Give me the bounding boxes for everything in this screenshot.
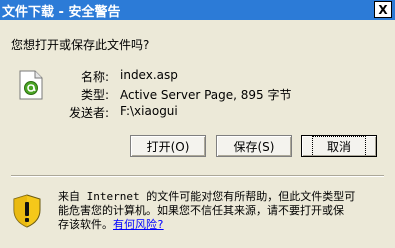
save-button-label: 保存(S) [233, 139, 275, 154]
close-button[interactable]: X [374, 1, 392, 18]
security-warning-text: 来自 Internet 的文件可能对您有所帮助，但此文件类型可 能危害您的计算机… [58, 190, 378, 232]
open-button[interactable]: 打开(O) [130, 135, 206, 157]
risk-link[interactable]: 有何风险? [113, 218, 164, 231]
shield-warning-icon [13, 194, 41, 228]
close-icon: X [378, 2, 388, 17]
file-from-value: F:\xiaogui [120, 104, 178, 118]
warning-line-1: 来自 Internet 的文件可能对您有所帮助，但此文件类型可 [58, 190, 356, 203]
cancel-button-label: 取消 [311, 135, 366, 157]
title-bar[interactable]: 文件下载 - 安全警告 X [0, 0, 395, 20]
save-button[interactable]: 保存(S) [216, 135, 292, 157]
warning-line-2: 能危害您的计算机。如果您不信任其来源，请不要打开或保 [58, 204, 344, 217]
file-name-label: 名称: [81, 70, 110, 84]
file-type-value: Active Server Page, 895 字节 [120, 88, 292, 102]
file-from-label: 发送者: [69, 106, 110, 120]
warning-line-3-prefix: 存该软件。 [58, 218, 113, 231]
open-button-label: 打开(O) [146, 139, 190, 154]
asp-file-icon [19, 70, 43, 100]
window-title: 文件下载 - 安全警告 [2, 4, 121, 20]
cancel-button[interactable]: 取消 [301, 135, 377, 157]
prompt-question: 您想打开或保存此文件吗? [11, 38, 150, 52]
file-name-value: index.asp [120, 68, 178, 82]
separator [11, 175, 384, 177]
file-type-label: 类型: [81, 88, 110, 102]
warning-line-3: 存该软件。有何风险? [58, 218, 378, 232]
